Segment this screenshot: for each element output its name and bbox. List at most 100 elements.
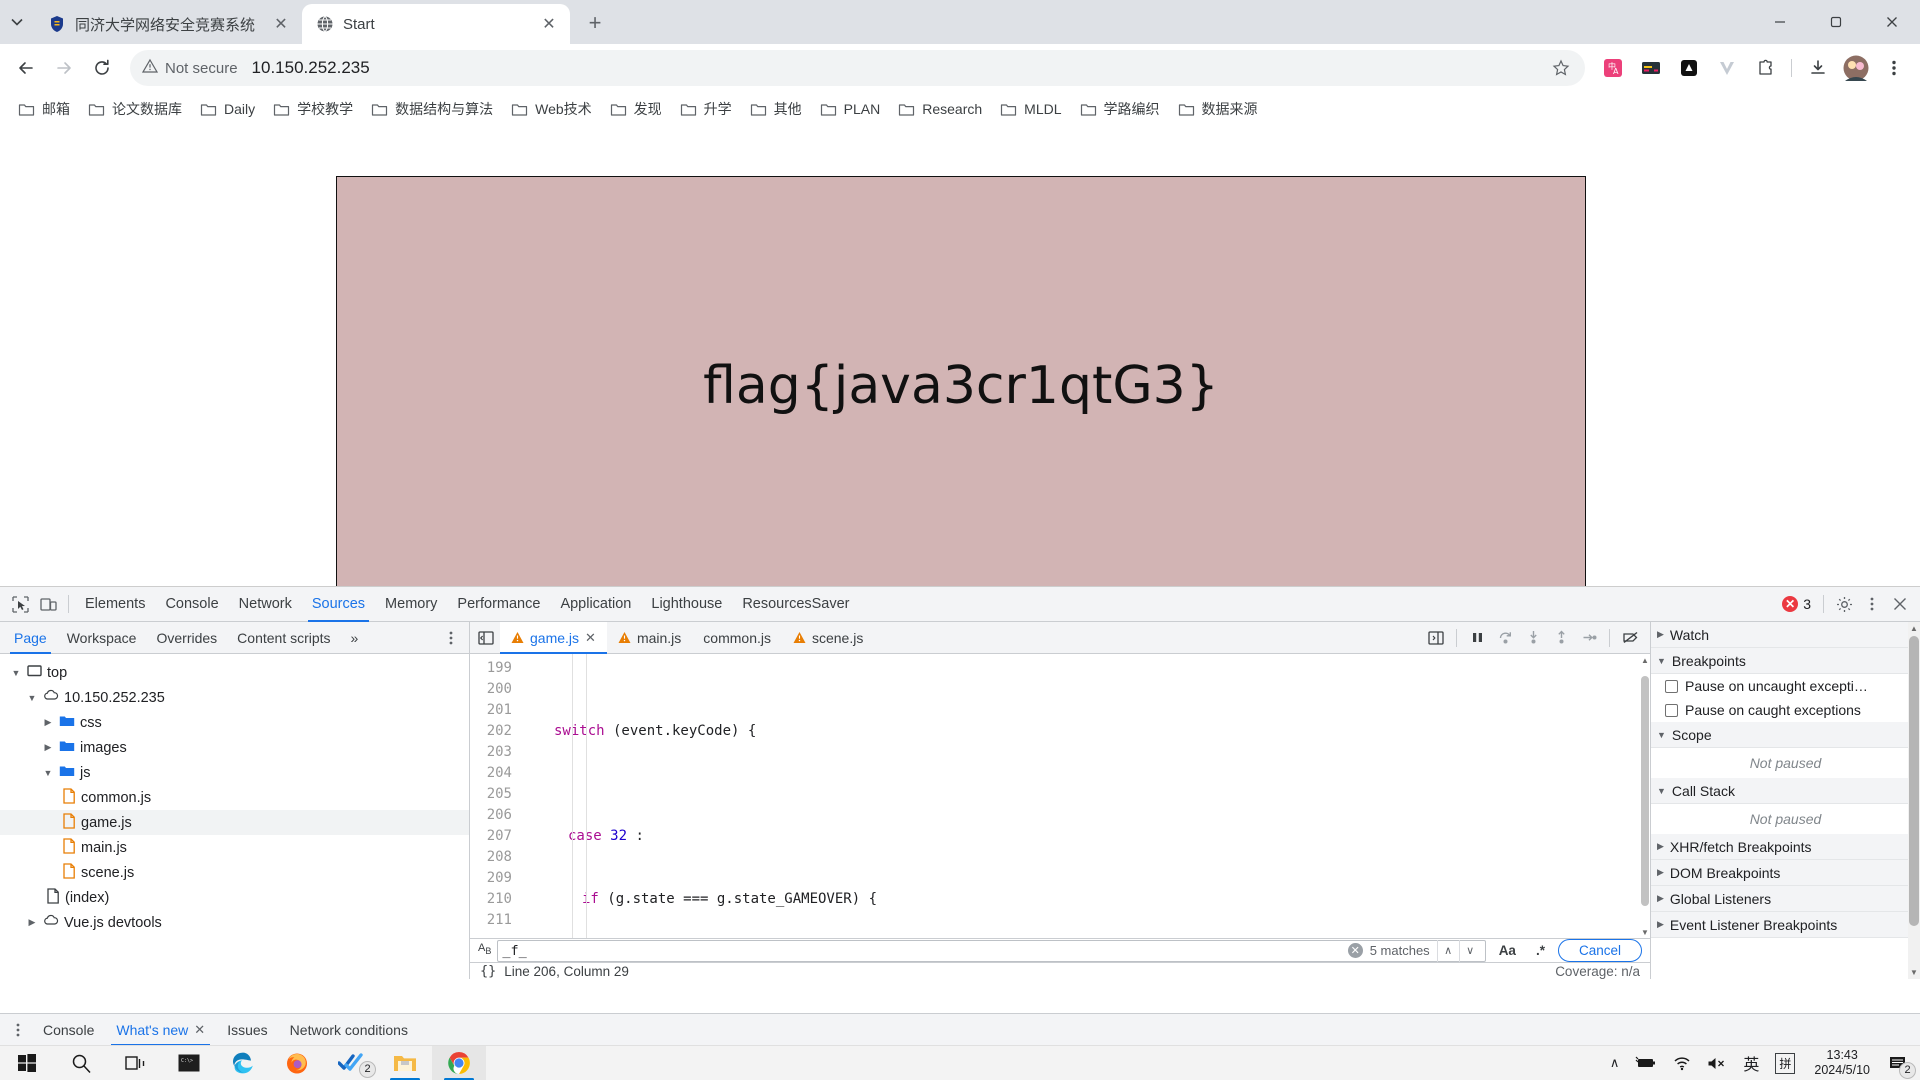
chevron-down-icon[interactable]: ▼ (10, 668, 22, 678)
tree-node-images[interactable]: ▶ images (0, 735, 469, 760)
cancel-search-button[interactable]: Cancel (1557, 939, 1642, 962)
tree-node-index[interactable]: (index) (0, 885, 469, 910)
devtools-menu-icon[interactable] (1858, 590, 1886, 618)
task-view-button[interactable] (108, 1046, 162, 1080)
chrome-menu-icon[interactable] (1876, 50, 1912, 86)
clear-search-icon[interactable]: ✕ (1347, 943, 1363, 958)
scroll-down-icon[interactable]: ▼ (1908, 966, 1920, 979)
file-explorer-app[interactable] (378, 1046, 432, 1080)
bookmark-star-icon[interactable] (1543, 50, 1579, 86)
sidebar-section-event-listener-breakpoints[interactable]: ▶ Event Listener Breakpoints (1651, 912, 1920, 938)
address-bar[interactable]: Not secure 10.150.252.235 (130, 50, 1585, 86)
chevron-down-icon[interactable]: ▼ (1657, 786, 1666, 796)
search-field-wrap[interactable]: ✕ 5 matches ∧ ∨ (497, 939, 1486, 962)
browser-tab-1[interactable]: Start ✕ (302, 4, 570, 44)
devtools-tab-application[interactable]: Application (550, 587, 641, 622)
code-text[interactable]: switch (event.keyCode) { case 32 : if (g… (520, 654, 1650, 938)
scroll-down-icon[interactable]: ▼ (1640, 926, 1650, 938)
chevron-right-icon[interactable]: ▶ (42, 742, 54, 753)
forward-icon[interactable] (46, 50, 82, 86)
step-into-icon[interactable] (1519, 624, 1547, 652)
ime-mode-indicator[interactable]: 拼 (1768, 1046, 1802, 1080)
bookmark-2[interactable]: Daily (192, 97, 263, 122)
browser-tab-1-close-icon[interactable]: ✕ (538, 13, 560, 35)
bookmark-5[interactable]: Web技术 (503, 95, 600, 123)
editor-tab-scene-js[interactable]: scene.js (782, 622, 874, 654)
editor-tab-game-js[interactable]: game.js ✕ (500, 621, 607, 654)
avatar[interactable] (1838, 50, 1874, 86)
devtools-tab-resourcessaver[interactable]: ResourcesSaver (732, 587, 859, 622)
sidebar-section-dom-breakpoints[interactable]: ▶ DOM Breakpoints (1651, 860, 1920, 886)
bookmark-3[interactable]: 学校教学 (265, 95, 361, 123)
devtools-tab-console[interactable]: Console (155, 587, 228, 622)
clock[interactable]: 13:43 2024/5/10 (1804, 1048, 1880, 1078)
show-debugger-sidebar-icon[interactable] (1422, 624, 1450, 652)
devtools-tab-sources[interactable]: Sources (302, 587, 375, 622)
tree-node-origin[interactable]: ▼ 10.150.252.235 (0, 685, 469, 710)
chevron-right-icon[interactable]: ▶ (1657, 867, 1664, 878)
chevron-down-icon[interactable]: ▼ (1657, 656, 1666, 666)
tree-node-top[interactable]: ▼ top (0, 660, 469, 685)
drawer-tab-close-icon[interactable]: ✕ (194, 1022, 205, 1038)
sidebar-section-global-listeners[interactable]: ▶ Global Listeners (1651, 886, 1920, 912)
tree-node-js[interactable]: ▼ js (0, 760, 469, 785)
close-button[interactable] (1864, 0, 1920, 44)
search-next-button[interactable]: ∨ (1458, 939, 1481, 962)
gear-icon[interactable] (1830, 590, 1858, 618)
search-input[interactable] (502, 942, 1348, 959)
regex-button[interactable]: .* (1529, 940, 1552, 962)
drawer-menu-icon[interactable] (4, 1016, 32, 1044)
browser-tab-0[interactable]: 同济大学网络安全竞赛系统 ✕ (34, 4, 302, 44)
extension-a-icon[interactable] (1671, 50, 1707, 86)
chevron-down-icon[interactable]: ▼ (42, 768, 54, 778)
browser-tab-0-close-icon[interactable]: ✕ (270, 13, 292, 35)
bookmark-6[interactable]: 发现 (602, 95, 670, 123)
sidebar-section-xhr-breakpoints[interactable]: ▶ XHR/fetch Breakpoints (1651, 834, 1920, 860)
devtools-tab-network[interactable]: Network (229, 587, 302, 622)
devtools-tab-lighthouse[interactable]: Lighthouse (641, 587, 732, 622)
tree-node-common-js[interactable]: common.js (0, 785, 469, 810)
chrome-app[interactable] (432, 1045, 486, 1080)
reload-icon[interactable] (84, 50, 120, 86)
code-view[interactable]: 199 200 201 202 203 204 205 206 207 208 … (470, 654, 1650, 938)
navigator-more-tabs-button[interactable]: » (341, 622, 369, 654)
todo-app[interactable]: 2 (324, 1046, 378, 1080)
sidebar-section-scope[interactable]: ▼ Scope (1651, 722, 1920, 748)
minimize-button[interactable] (1752, 0, 1808, 44)
drawer-tab-whats-new[interactable]: What's new ✕ (105, 1014, 216, 1046)
devtools-close-icon[interactable] (1886, 590, 1914, 618)
sidebar-scrollbar-thumb[interactable] (1909, 636, 1919, 926)
chevron-down-icon[interactable]: ▼ (1657, 730, 1666, 740)
navigator-tab-overrides[interactable]: Overrides (146, 622, 227, 654)
sidebar-scrollbar[interactable]: ▲ ▼ (1908, 622, 1920, 979)
bookmark-7[interactable]: 升学 (672, 95, 740, 123)
pause-uncaught-checkbox[interactable] (1665, 679, 1678, 693)
scrollbar-thumb[interactable] (1641, 676, 1649, 906)
inspect-element-icon[interactable] (6, 590, 34, 618)
extensions-puzzle-icon[interactable] (1747, 50, 1783, 86)
sidebar-section-call-stack[interactable]: ▼ Call Stack (1651, 778, 1920, 804)
editor-tab-common-js[interactable]: common.js (692, 622, 782, 654)
bookmark-13[interactable]: 数据来源 (1170, 95, 1266, 123)
search-button[interactable] (54, 1046, 108, 1080)
tree-node-main-js[interactable]: main.js (0, 835, 469, 860)
ime-language-indicator[interactable]: 英 (1736, 1046, 1766, 1080)
firefox-app[interactable] (270, 1046, 324, 1080)
start-button[interactable] (0, 1046, 54, 1080)
wifi-icon[interactable] (1666, 1046, 1698, 1080)
bookmark-12[interactable]: 学路编织 (1072, 95, 1168, 123)
volume-muted-icon[interactable] (1700, 1046, 1734, 1080)
tree-node-css[interactable]: ▶ css (0, 710, 469, 735)
drawer-tab-console[interactable]: Console (32, 1014, 105, 1046)
tree-node-vue-devtools[interactable]: ▶ Vue.js devtools (0, 910, 469, 935)
bookmark-1[interactable]: 论文数据库 (80, 95, 190, 123)
match-case-button[interactable]: Aa (1492, 940, 1523, 962)
deactivate-breakpoints-icon[interactable] (1616, 624, 1644, 652)
pause-caught-exceptions-row[interactable]: Pause on caught exceptions (1651, 698, 1920, 722)
error-count-badge[interactable]: ✕ 3 (1776, 596, 1817, 612)
navigator-tab-content-scripts[interactable]: Content scripts (227, 622, 340, 654)
drawer-tab-network-conditions[interactable]: Network conditions (279, 1014, 419, 1046)
game-canvas[interactable]: flag{java3cr1qtG3} (336, 176, 1586, 590)
sidebar-section-watch[interactable]: ▶ Watch (1651, 622, 1920, 648)
edge-app[interactable] (216, 1046, 270, 1080)
